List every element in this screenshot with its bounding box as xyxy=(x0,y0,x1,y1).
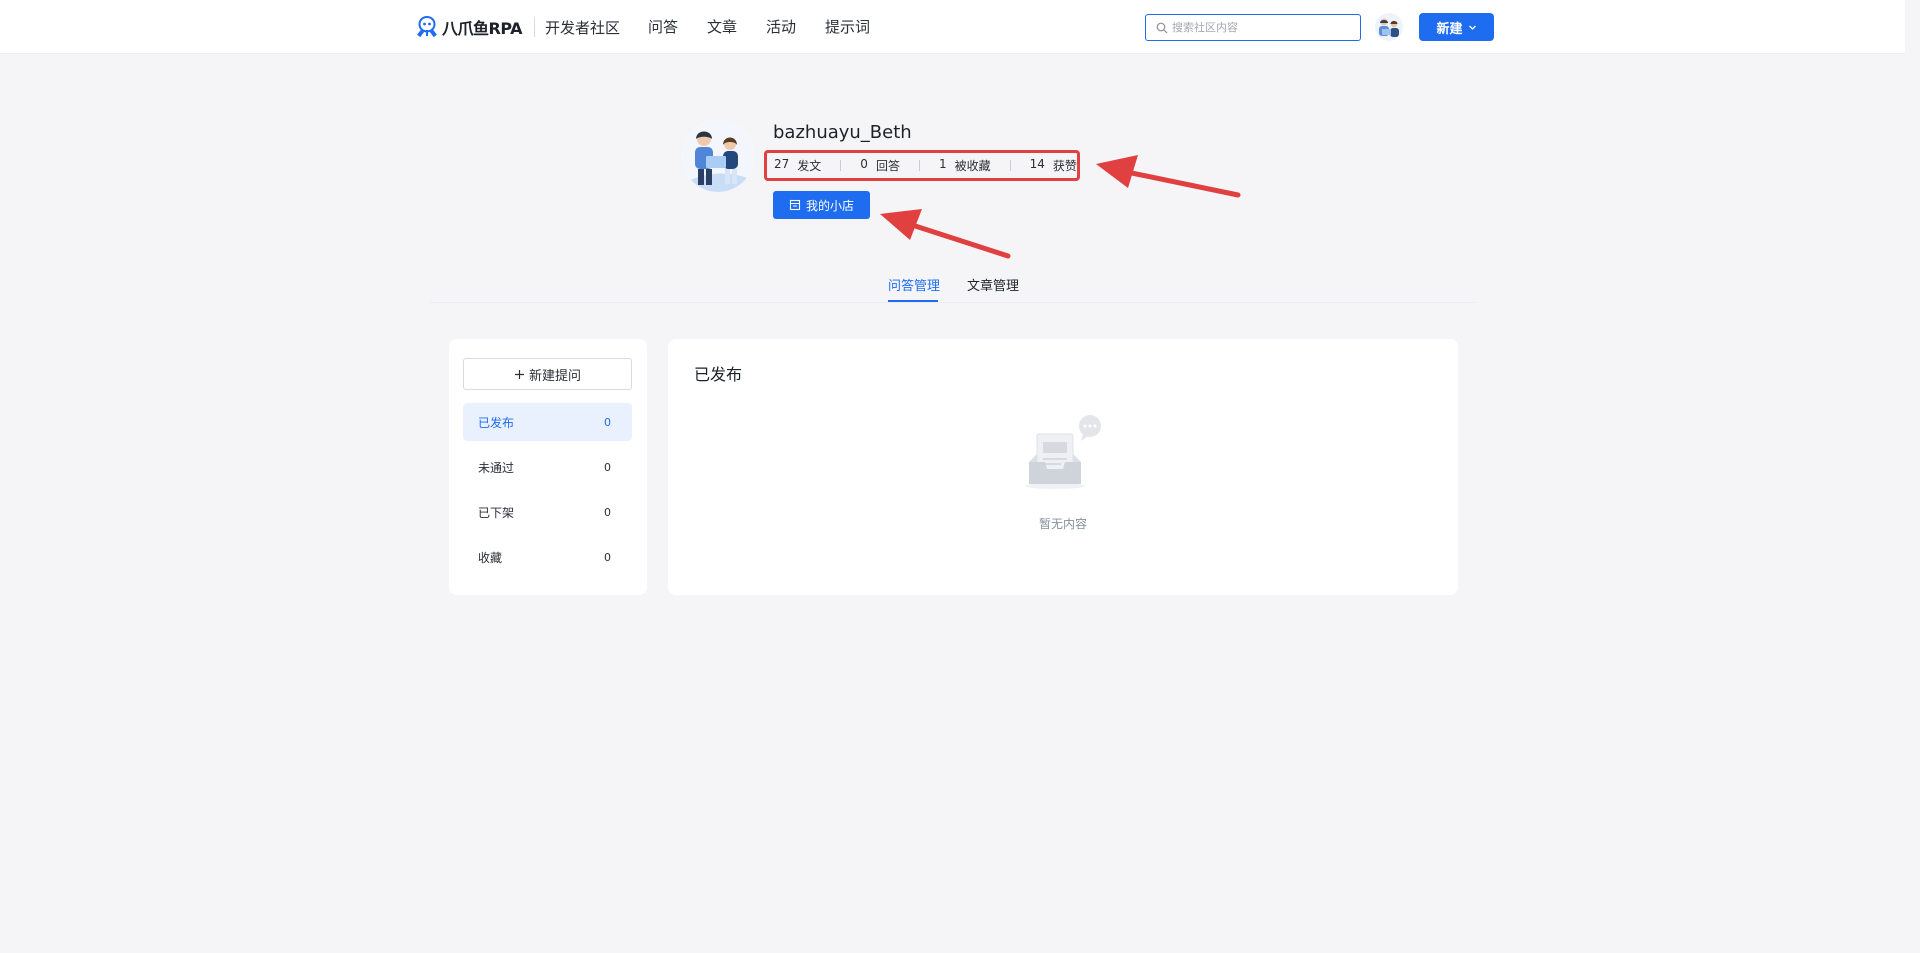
my-shop-button[interactable]: 我的小店 xyxy=(773,191,870,219)
empty-state-text: 暂无内容 xyxy=(1038,517,1087,531)
search-input[interactable] xyxy=(1172,21,1352,34)
main-content-panel: 已发布 暂无内容 xyxy=(668,339,1458,595)
stat-value: 27 xyxy=(774,157,790,171)
logo-divider xyxy=(533,17,535,37)
stat-posts[interactable]: 27 发文 xyxy=(774,157,821,174)
shop-icon xyxy=(789,199,801,211)
sidebar-item-label: 已发布 xyxy=(478,415,515,430)
stat-value: 1 xyxy=(938,157,947,171)
my-shop-label: 我的小店 xyxy=(805,198,854,213)
tab-article-management[interactable]: 文章管理 xyxy=(967,275,1019,294)
sidebar-item-rejected[interactable]: 未通过 0 xyxy=(463,448,632,486)
user-avatar[interactable] xyxy=(1375,13,1403,41)
search-box[interactable] xyxy=(1145,14,1361,41)
profile-stats: 27 发文 0 回答 1 被收藏 14 获赞 xyxy=(764,150,1080,181)
sidebar-item-label: 收藏 xyxy=(478,550,503,565)
sidebar-item-count: 0 xyxy=(604,415,611,429)
stat-value: 0 xyxy=(860,157,868,171)
top-header: 八爪鱼RPA 开发者社区 问答 文章 活动 提示词 新建 xyxy=(0,0,1905,54)
stat-favorited[interactable]: 1 被收藏 xyxy=(939,157,991,174)
profile-avatar xyxy=(682,120,754,192)
nav-item-qa[interactable]: 问答 xyxy=(648,16,678,37)
octopus-logo-icon xyxy=(417,15,437,38)
nav-item-prompts[interactable]: 提示词 xyxy=(825,16,870,37)
logo-subtitle: 开发者社区 xyxy=(544,18,620,37)
panel-title: 已发布 xyxy=(694,365,743,384)
sidebar-item-count: 0 xyxy=(604,550,611,564)
new-button-label: 新建 xyxy=(1436,21,1463,37)
profile-username: bazhuayu_Beth xyxy=(773,122,912,143)
plus-icon xyxy=(514,369,524,379)
question-sidebar: 新建提问 已发布 0 未通过 0 已下架 0 收藏 0 xyxy=(449,339,647,595)
arrow-to-shop-button xyxy=(880,209,1011,259)
search-icon xyxy=(1156,22,1168,33)
sidebar-item-label: 已下架 xyxy=(478,505,515,520)
tabs-divider xyxy=(430,302,1475,303)
stat-label: 回答 xyxy=(875,159,900,173)
logo-text: 八爪鱼RPA xyxy=(442,19,522,38)
new-button[interactable]: 新建 xyxy=(1419,13,1494,41)
sidebar-item-published[interactable]: 已发布 0 xyxy=(463,403,632,441)
stat-label: 被收藏 xyxy=(954,159,991,173)
stat-value: 14 xyxy=(1029,157,1045,171)
stat-label: 获赞 xyxy=(1052,159,1077,173)
stat-likes[interactable]: 14 获赞 xyxy=(1030,157,1077,174)
nav-item-articles[interactable]: 文章 xyxy=(707,16,737,37)
empty-inbox-icon xyxy=(1025,415,1101,489)
sidebar-item-count: 0 xyxy=(604,505,611,519)
sidebar-item-count: 0 xyxy=(604,460,611,474)
stat-label: 发文 xyxy=(797,159,822,173)
sidebar-item-favorites[interactable]: 收藏 0 xyxy=(463,538,632,576)
sidebar-item-removed[interactable]: 已下架 0 xyxy=(463,493,632,531)
sidebar-item-label: 未通过 xyxy=(478,460,515,475)
stat-divider xyxy=(1009,160,1011,171)
chevron-down-icon xyxy=(1468,25,1476,30)
new-question-label: 新建提问 xyxy=(528,368,581,384)
logo[interactable]: 八爪鱼RPA 开发者社区 xyxy=(414,14,620,40)
stat-divider xyxy=(918,160,920,171)
main-nav: 问答 文章 活动 提示词 xyxy=(648,16,870,37)
stat-divider xyxy=(840,160,842,171)
nav-item-events[interactable]: 活动 xyxy=(766,16,796,37)
tab-qa-management[interactable]: 问答管理 xyxy=(888,275,940,294)
arrow-to-stats xyxy=(1096,155,1241,198)
stat-answers[interactable]: 0 回答 xyxy=(860,157,900,174)
new-question-button[interactable]: 新建提问 xyxy=(463,358,632,390)
